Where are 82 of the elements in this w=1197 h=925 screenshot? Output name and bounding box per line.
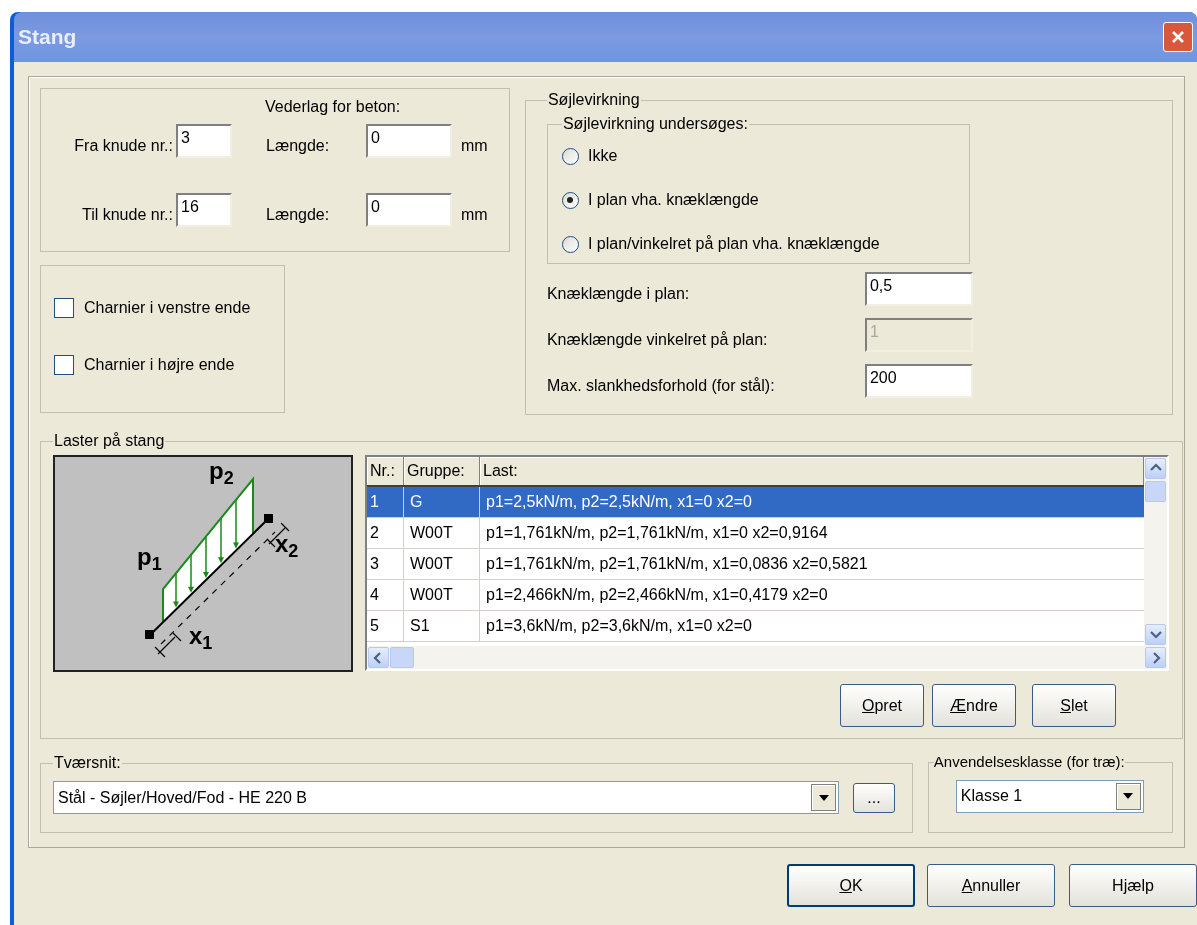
field-label: Knæklængde vinkelret på plan: — [546, 330, 769, 350]
dialog-button[interactable]: Hjælp — [1069, 864, 1197, 907]
horizontal-scrollbar[interactable] — [367, 646, 1167, 669]
length-field[interactable]: 0 — [366, 124, 452, 158]
diagram-label: x$_{1}$ — [189, 624, 213, 648]
field-label: Max. slankhedsforhold (for stål): — [546, 376, 776, 396]
column-header[interactable]: Nr.: — [367, 457, 404, 485]
table-cell-text: p1=2,466kN/m, p2=2,466kN/m, x1=0,4179 x2=0 — [485, 585, 829, 605]
caret-icon — [1123, 793, 1134, 799]
radio-label: I plan/vinkelret på plan vha. knæklængde — [587, 234, 880, 254]
length-label: Længde: — [266, 205, 331, 225]
diagram-label: p$_{2}$ — [209, 459, 234, 483]
checkbox-label: Charnier i venstre ende — [84, 298, 251, 318]
table-cell: S1 — [404, 611, 480, 641]
hinge-checkbox[interactable] — [54, 298, 74, 318]
column-header[interactable]: Gruppe: — [404, 457, 480, 485]
group-label: Søjlevirkning undersøges: — [561, 114, 749, 134]
hinge-checkbox[interactable] — [54, 355, 74, 375]
table-row[interactable]: 4 W00T p1=2,466kN/m, p2=2,466kN/m, x1=0,4179 x2=0 — [367, 580, 1144, 611]
scroll-arrow-button[interactable] — [368, 647, 389, 668]
group-label: Anvendelsesklasse (for træ): — [933, 752, 1125, 772]
group-label: Laster på stang — [53, 431, 166, 451]
scroll-arrow-button[interactable] — [1145, 624, 1166, 645]
radio-label: I plan vha. knæklængde — [587, 190, 759, 210]
unit-label: mm — [461, 205, 488, 225]
table-cell: 3 — [367, 549, 404, 579]
table-cell-text: p1=1,761kN/m, p2=1,761kN/m, x1=0,0836 x2=0,5821 — [485, 554, 869, 574]
caret-icon — [818, 794, 829, 801]
scroll-thumb[interactable] — [1145, 481, 1166, 502]
table-cell: 5 — [367, 611, 404, 641]
table-cell: 2 — [367, 518, 404, 548]
radio-button[interactable] — [561, 147, 579, 165]
radio-label: Ikke — [587, 146, 618, 166]
table-cell: 4 — [367, 580, 404, 610]
browse-button[interactable]: ... — [853, 782, 895, 813]
table-cell: 1 — [367, 487, 404, 517]
field-label: Knæklængde i plan: — [546, 284, 691, 304]
node-field[interactable]: 16 — [176, 193, 232, 227]
node-label: Til knude nr.: — [81, 205, 173, 225]
length-label: Længde: — [266, 136, 331, 156]
service-class-dropdown[interactable]: Klasse 1 — [955, 779, 1144, 813]
table-cell: W00T — [404, 580, 480, 610]
dialog-button[interactable]: Annuller — [927, 864, 1055, 907]
scroll-arrow-button[interactable] — [1145, 458, 1166, 479]
section-dropdown[interactable]: Stål - Søjler/Hoved/Fod - HE 220 B — [53, 781, 839, 814]
table-cell-text: p1=2,5kN/m, p2=2,5kN/m, x1=0 x2=0 — [485, 492, 753, 512]
group-label: Tværsnit: — [53, 753, 122, 773]
load-action-button[interactable]: Opret — [840, 684, 924, 727]
close-icon — [1170, 29, 1186, 45]
close-button[interactable] — [1163, 22, 1193, 52]
table-row[interactable]: 3 W00T p1=1,761kN/m, p2=1,761kN/m, x1=0,0836 x2=0,5821 — [367, 549, 1144, 580]
radio-button[interactable] — [561, 235, 579, 253]
node-field[interactable]: 3 — [176, 124, 232, 158]
dropdown-arrow-button[interactable] — [811, 784, 836, 811]
table-cell-text: p1=3,6kN/m, p2=3,6kN/m, x1=0 x2=0 — [485, 616, 753, 636]
table-cell-text: p1=1,761kN/m, p2=1,761kN/m, x1=0 x2=0,9164 — [485, 523, 829, 543]
unit-label: mm — [461, 136, 488, 156]
support-heading: Vederlag for beton: — [265, 98, 401, 115]
node-label: Fra knude nr.: — [73, 136, 173, 156]
group-label: Søjlevirkning — [546, 90, 641, 110]
length-field[interactable]: 0 — [366, 193, 452, 227]
dialog-button[interactable]: OK — [787, 864, 915, 907]
value-field[interactable]: 0,5 — [864, 272, 973, 306]
table-row[interactable]: 1 G p1=2,5kN/m, p2=2,5kN/m, x1=0 x2=0 — [367, 487, 1144, 518]
table-cell: G — [404, 487, 480, 517]
diagram-label: x$_{2}$ — [275, 532, 299, 556]
table-row[interactable]: 2 W00T p1=1,761kN/m, p2=1,761kN/m, x1=0 x2=0,9164 — [367, 518, 1144, 549]
load-action-button[interactable]: Slet — [1032, 684, 1116, 727]
dropdown-arrow-button[interactable] — [1115, 782, 1141, 810]
value-field[interactable]: 200 — [864, 364, 973, 398]
load-action-button[interactable]: Ændre — [932, 684, 1016, 727]
scroll-thumb[interactable] — [390, 647, 414, 668]
diagram-label: p$_{1}$ — [137, 545, 162, 569]
window-title: Stang — [18, 24, 77, 51]
table-row[interactable]: 5 S1 p1=3,6kN/m, p2=3,6kN/m, x1=0 x2=0 — [367, 611, 1144, 642]
scroll-arrow-button[interactable] — [1145, 647, 1166, 668]
checkbox-label: Charnier i højre ende — [84, 355, 235, 375]
table-cell: W00T — [404, 518, 480, 548]
table-cell: W00T — [404, 549, 480, 579]
radio-button[interactable] — [561, 191, 579, 209]
column-header[interactable]: Last: — [480, 457, 1144, 485]
vertical-scrollbar[interactable] — [1144, 457, 1167, 646]
